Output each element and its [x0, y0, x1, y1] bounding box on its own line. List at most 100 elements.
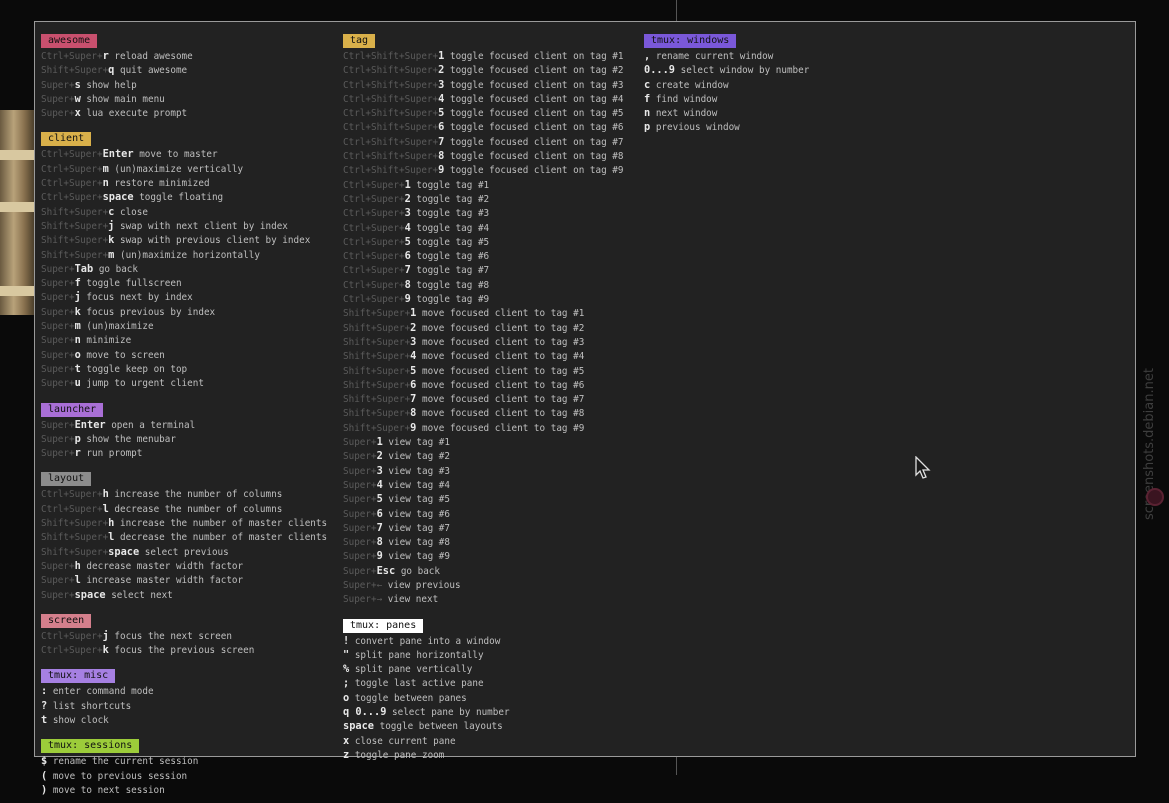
hotkey-description: increase master width factor [86, 575, 244, 587]
hotkey-key: 7 [410, 393, 417, 406]
hotkey-modifiers: Ctrl+Super+ [343, 236, 405, 248]
hotkey-row: Shift+Super+h increase the number of mas… [41, 516, 327, 530]
hotkey-row: Ctrl+Super+r reload awesome [41, 49, 327, 63]
hotkey-modifiers: Super+ [41, 108, 75, 120]
hotkey-row: x close current pane [343, 734, 623, 748]
hotkey-description: toggle tag #4 [416, 222, 490, 234]
hotkey-description: split pane vertically [354, 664, 473, 676]
hotkey-row: Ctrl+Super+m (un)maximize vertically [41, 162, 327, 176]
hotkey-row: Ctrl+Super+3 toggle tag #3 [343, 206, 623, 220]
hotkey-row: Super+r run prompt [41, 446, 327, 460]
hotkey-description: toggle tag #8 [416, 279, 490, 291]
hotkey-row: Ctrl+Shift+Super+6 toggle focused client… [343, 120, 623, 134]
hotkey-key: $ [41, 755, 48, 768]
hotkey-row: Ctrl+Super+2 toggle tag #2 [343, 192, 623, 206]
hotkey-description: move focused client to tag #4 [421, 351, 585, 363]
hotkey-key: l [102, 502, 109, 515]
section-header: layout [41, 472, 92, 487]
hotkey-description: list shortcuts [52, 700, 132, 712]
watermark: screenshots.debian.net [1142, 368, 1157, 520]
hotkey-description: go back [98, 263, 138, 275]
hotkey-description: toggle tag #6 [416, 251, 490, 263]
hotkey-row: " split pane horizontally [343, 648, 623, 662]
hotkey-modifiers: Super+ [41, 278, 75, 290]
hotkey-modifiers: Shift+Super+ [343, 379, 411, 391]
hotkey-row: Super+h decrease master width factor [41, 559, 327, 573]
section-tmux-sessions: tmux: sessions $ rename the current sessi… [41, 733, 327, 797]
hotkey-modifiers: Ctrl+Shift+Super+ [343, 93, 439, 105]
hotkey-row: Ctrl+Super+k focus the previous screen [41, 643, 327, 657]
hotkey-description: (un)maximize horizontally [119, 249, 260, 261]
hotkey-key: 7 [404, 264, 411, 277]
hotkey-description: split pane horizontally [354, 649, 484, 661]
hotkey-key: 7 [438, 135, 445, 148]
hotkey-row: Ctrl+Super+4 toggle tag #4 [343, 221, 623, 235]
hotkey-key: 2 [376, 450, 383, 463]
hotkey-key: p [74, 432, 81, 445]
hotkey-key: k [74, 305, 81, 318]
hotkey-description: (un)maximize [86, 321, 154, 333]
hotkey-modifiers: Super+ [41, 433, 75, 445]
hotkey-row: Super+o move to screen [41, 348, 327, 362]
section-header: client [41, 132, 92, 147]
hotkey-description: toggle focused client on tag #5 [449, 108, 624, 120]
hotkey-row: Ctrl+Super+j focus the next screen [41, 629, 327, 643]
hotkey-row: Ctrl+Super+5 toggle tag #5 [343, 235, 623, 249]
hotkey-description: view tag #5 [388, 494, 450, 506]
hotkey-description: view tag #6 [388, 508, 450, 520]
hotkey-modifiers: Shift+Super+ [41, 206, 109, 218]
hotkey-description: toggle tag #1 [416, 179, 490, 191]
hotkey-key: 2 [404, 192, 411, 205]
hotkey-key: 5 [376, 493, 383, 506]
hotkey-modifiers: Ctrl+Super+ [343, 251, 405, 263]
hotkey-key: 9 [410, 421, 417, 434]
hotkey-key: 8 [404, 278, 411, 291]
hotkey-modifiers: Ctrl+Super+ [343, 265, 405, 277]
section-tag: tag Ctrl+Shift+Super+1 toggle focused cli… [343, 28, 623, 607]
hotkey-key: j [74, 291, 81, 304]
hotkey-description: toggle floating [139, 192, 224, 204]
hotkey-row: Shift+Super+m (un)maximize horizontally [41, 248, 327, 262]
hotkey-modifiers: Shift+Super+ [343, 308, 411, 320]
hotkey-row: : enter command mode [41, 684, 327, 698]
hotkey-description: toggle focused client on tag #1 [449, 51, 624, 62]
hotkey-row: Super+l increase master width factor [41, 573, 327, 587]
hotkey-row: Ctrl+Super+Enter move to master [41, 147, 327, 161]
hotkey-description: focus next by index [86, 292, 193, 304]
hotkey-modifiers: Shift+Super+ [41, 65, 109, 77]
hotkey-key: 8 [376, 536, 383, 549]
hotkey-key: Enter [74, 418, 106, 431]
hotkey-description: move focused client to tag #2 [421, 322, 585, 334]
section-layout: layout Ctrl+Super+h increase the number o… [41, 466, 327, 601]
section-header: launcher [41, 402, 104, 417]
hotkey-modifiers: Super+ [41, 306, 75, 318]
hotkey-description: show clock [52, 714, 109, 726]
hotkey-key: 4 [404, 221, 411, 234]
hotkey-row: Ctrl+Super+space toggle floating [41, 190, 327, 204]
hotkey-key: n [102, 177, 109, 190]
hotkey-modifiers: Ctrl+Shift+Super+ [343, 122, 439, 134]
hotkey-description: move focused client to tag #5 [421, 365, 585, 377]
hotkey-row: Super+5 view tag #5 [343, 492, 623, 506]
hotkey-modifiers: Ctrl+Super+ [41, 149, 103, 161]
hotkey-description: toggle between layouts [379, 721, 503, 733]
hotkey-description: toggle tag #9 [416, 294, 490, 306]
hotkey-key: c [108, 205, 115, 218]
hotkey-description: show help [86, 79, 137, 91]
hotkey-key: m [102, 162, 109, 175]
hotkey-key: , [644, 50, 651, 62]
hotkey-row: Ctrl+Shift+Super+1 toggle focused client… [343, 49, 623, 63]
hotkey-key: t [74, 362, 81, 375]
hotkey-description: restore minimized [114, 178, 210, 190]
hotkey-modifiers: Ctrl+Shift+Super+ [343, 79, 439, 91]
hotkey-description: decrease the number of columns [114, 503, 283, 515]
hotkey-description: view tag #1 [388, 437, 450, 449]
hotkey-modifiers: Super+ [41, 575, 75, 587]
hotkey-description: reload awesome [114, 51, 193, 62]
hotkey-description: toggle fullscreen [86, 278, 182, 290]
hotkey-key: Esc [376, 564, 396, 577]
hotkey-key: 1 [376, 436, 383, 449]
hotkey-modifiers: Super+ [343, 479, 377, 491]
hotkey-key: u [74, 377, 81, 390]
hotkey-row: Super+f toggle fullscreen [41, 276, 327, 290]
